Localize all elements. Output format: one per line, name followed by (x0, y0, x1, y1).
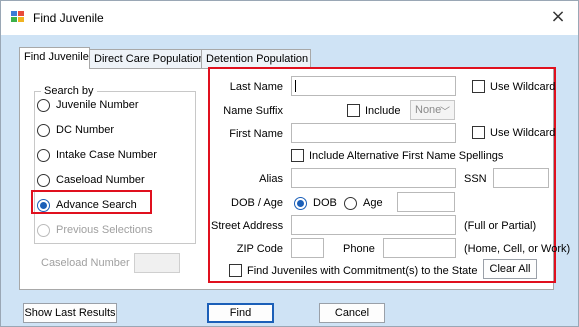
tab-find-juvenile[interactable]: Find Juvenile (19, 47, 90, 69)
last-name-input[interactable] (291, 76, 456, 96)
radio-button[interactable] (37, 149, 50, 162)
commitment-label: Find Juveniles with Commitment(s) to the… (247, 265, 478, 277)
suffix-select: None ﹀ (410, 100, 455, 120)
radio-button[interactable] (37, 99, 50, 112)
cancel-button[interactable]: Cancel (319, 303, 385, 323)
app-icon (11, 11, 25, 23)
chevron-down-icon: ﹀ (440, 107, 450, 118)
window-title: Find Juvenile (33, 11, 104, 25)
radio-button[interactable] (344, 197, 357, 210)
include-suffix-checkbox[interactable] (347, 104, 360, 117)
alt-spellings-label: Include Alternative First Name Spellings (309, 150, 504, 162)
show-last-results-button[interactable]: Show Last Results (23, 303, 117, 323)
find-button[interactable]: Find (207, 303, 274, 323)
dob-age-input[interactable] (397, 192, 455, 212)
street-address-input[interactable] (291, 215, 456, 235)
first-name-label: First Name (229, 128, 283, 140)
find-juvenile-window: Find Juvenile × Find Juvenile Direct Car… (0, 0, 579, 327)
radio-button-selected[interactable] (294, 197, 307, 210)
tab-detention-population[interactable]: Detention Population (201, 49, 311, 68)
radio-button[interactable] (37, 124, 50, 137)
alias-input[interactable] (291, 168, 456, 188)
ssn-input[interactable] (493, 168, 549, 188)
phone-hint: (Home, Cell, or Work) (464, 243, 571, 255)
search-by-label: Search by (41, 85, 97, 97)
clear-all-button[interactable]: Clear All (483, 259, 537, 279)
street-address-label: Street Address (211, 220, 284, 232)
use-wildcard-first-checkbox[interactable] (472, 126, 485, 139)
radio-button-disabled (37, 224, 50, 237)
alias-label: Alias (259, 173, 283, 185)
title-bar: Find Juvenile × (1, 1, 578, 35)
caseload-number-label: Caseload Number (41, 257, 130, 269)
alt-spellings-checkbox[interactable] (291, 149, 304, 162)
include-suffix-label: Include (365, 105, 401, 117)
use-wildcard-first-label: Use Wildcard (490, 127, 556, 139)
zip-code-input[interactable] (291, 238, 324, 258)
commitment-checkbox[interactable] (229, 264, 242, 277)
ssn-label: SSN (464, 173, 487, 185)
use-wildcard-last-checkbox[interactable] (472, 80, 485, 93)
last-name-label: Last Name (229, 81, 283, 93)
street-address-hint: (Full or Partial) (464, 220, 537, 232)
name-suffix-label: Name Suffix (223, 105, 283, 117)
caseload-number-input (134, 253, 180, 273)
radio-button[interactable] (37, 174, 50, 187)
phone-input[interactable] (383, 238, 456, 258)
use-wildcard-last-label: Use Wildcard (490, 81, 556, 93)
tab-direct-care-population[interactable]: Direct Care Population (89, 49, 205, 68)
search-by-group (34, 91, 196, 244)
zip-code-label: ZIP Code (236, 243, 283, 255)
phone-label: Phone (343, 243, 375, 255)
close-icon[interactable]: × (548, 6, 568, 28)
dob-age-label: DOB / Age (231, 197, 283, 209)
first-name-input[interactable] (291, 123, 456, 143)
advance-search-highlight (31, 190, 152, 214)
